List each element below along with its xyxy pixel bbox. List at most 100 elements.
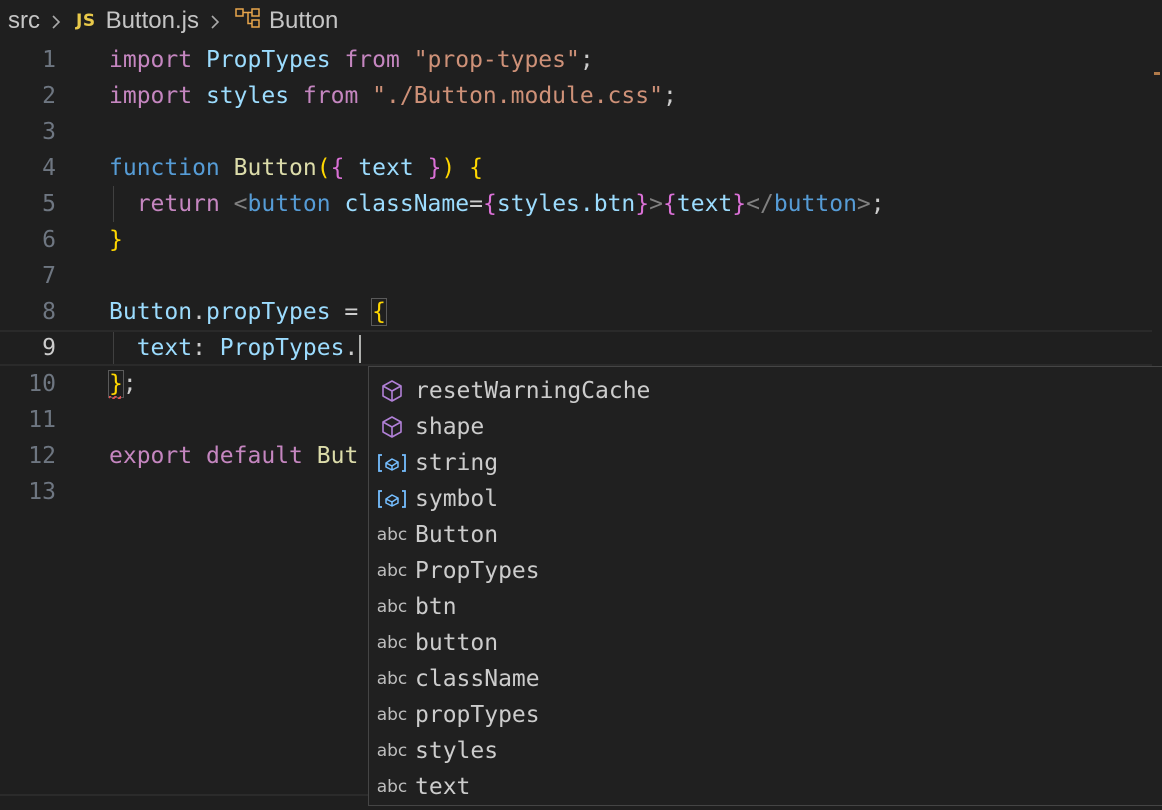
- token-bracket: }: [109, 227, 123, 253]
- text-cursor: [359, 334, 362, 363]
- text-word-icon: abc: [376, 561, 408, 581]
- token-punctuation: >: [649, 191, 664, 217]
- suggest-item[interactable]: abc btn: [369, 589, 1162, 625]
- token-punctuation: >: [856, 191, 871, 217]
- code-line[interactable]: 7: [0, 258, 1162, 294]
- breadcrumb-folder[interactable]: src: [8, 7, 40, 35]
- token-tag: button: [773, 191, 857, 217]
- line-number: 6: [42, 227, 56, 253]
- token-punctuation: ;: [579, 47, 594, 73]
- cube-icon: [369, 409, 415, 445]
- token-bracket: {: [330, 155, 345, 181]
- line-number: 12: [28, 443, 56, 469]
- token-punctuation: :: [192, 335, 220, 361]
- code-text: text: PropTypes.: [109, 332, 362, 364]
- suggest-item[interactable]: abc className: [369, 661, 1162, 697]
- token-function-name: Button: [233, 155, 317, 181]
- cube-icon: [369, 373, 415, 409]
- suggest-item[interactable]: resetWarningCache: [369, 373, 1162, 409]
- token-property: propTypes: [205, 299, 331, 325]
- suggest-item[interactable]: shape: [369, 409, 1162, 445]
- code-text: Button.propTypes = {: [109, 294, 387, 330]
- autocomplete-suggest-widget[interactable]: resetWarningCache shape string symbol ab…: [368, 366, 1162, 806]
- token-punctuation: .: [192, 299, 206, 325]
- text-word-icon: abc: [376, 669, 408, 689]
- line-number: 1: [42, 47, 56, 73]
- token-keyword: import: [109, 83, 193, 109]
- suggest-item[interactable]: abc text: [369, 769, 1162, 805]
- breadcrumb: src JS Button.js Button: [0, 0, 1162, 42]
- token-identifier: styles: [205, 83, 290, 109]
- code-line[interactable]: 2 import styles from "./Button.module.cs…: [0, 78, 1162, 114]
- suggest-item[interactable]: abc styles: [369, 733, 1162, 769]
- suggest-item[interactable]: symbol: [369, 481, 1162, 517]
- code-line-current[interactable]: 9 text: PropTypes.: [0, 330, 1152, 366]
- suggest-label: text: [415, 774, 471, 800]
- token-keyword: from: [344, 47, 400, 73]
- token-identifier: PropTypes: [205, 47, 331, 73]
- breadcrumb-file[interactable]: Button.js: [106, 7, 199, 35]
- text-word-icon: abc: [376, 777, 408, 797]
- code-line[interactable]: 6 }: [0, 222, 1162, 258]
- token-string: "prop-types": [413, 47, 580, 73]
- code-line[interactable]: 5 return <button className={styles.btn}>…: [0, 186, 1162, 222]
- suggest-label: styles: [415, 738, 499, 764]
- token-punctuation: .: [344, 335, 359, 361]
- token-bracket: }: [427, 155, 442, 181]
- text-word-icon: abc: [376, 525, 408, 545]
- suggest-label: btn: [415, 594, 457, 620]
- code-text: function Button({ text }) {: [109, 150, 483, 186]
- token-keyword: function: [109, 155, 220, 181]
- code-line[interactable]: 1 import PropTypes from "prop-types";: [0, 42, 1162, 78]
- chevron-right-icon: [209, 15, 221, 29]
- suggest-label: Button: [415, 522, 499, 548]
- token-parameter: text: [358, 155, 414, 181]
- token-punctuation: ;: [870, 191, 885, 217]
- token-keyword: import: [109, 47, 193, 73]
- suggest-label: button: [415, 630, 499, 656]
- token-identifier: PropTypes: [219, 335, 345, 361]
- suggest-item[interactable]: abc PropTypes: [369, 553, 1162, 589]
- token-keyword: from: [302, 83, 359, 109]
- code-text: export default But: [109, 438, 358, 474]
- code-line[interactable]: 3: [0, 114, 1162, 150]
- line-number: 8: [42, 299, 56, 325]
- code-text: }: [109, 222, 123, 258]
- token-identifier: But: [316, 443, 359, 469]
- token-punctuation: ;: [122, 371, 137, 397]
- suggest-label: className: [415, 666, 540, 692]
- code-line[interactable]: 8 Button.propTypes = {: [0, 294, 1162, 330]
- token-expression: styles.btn: [496, 191, 636, 217]
- line-number: 13: [28, 479, 56, 505]
- token-keyword: return: [136, 191, 220, 217]
- suggest-item[interactable]: string: [369, 445, 1162, 481]
- suggest-label: string: [415, 450, 499, 476]
- token-punctuation: ;: [662, 83, 677, 109]
- code-text: return <button className={styles.btn}>{t…: [109, 186, 885, 222]
- breadcrumb-symbol[interactable]: Button: [269, 7, 338, 35]
- ruler-marker: [1154, 72, 1160, 75]
- line-number: 5: [42, 191, 56, 217]
- token-attribute: className: [344, 191, 470, 217]
- line-number: 4: [42, 155, 56, 181]
- line-number: 9: [42, 335, 56, 361]
- token-identifier: text: [676, 191, 733, 217]
- token-punctuation: =: [469, 191, 483, 217]
- line-number: 11: [28, 407, 56, 433]
- code-line[interactable]: 4 function Button({ text }) {: [0, 150, 1162, 186]
- line-number: 3: [42, 119, 56, 145]
- code-text: import PropTypes from "prop-types";: [109, 42, 594, 78]
- token-punctuation: </: [746, 191, 774, 217]
- function-symbol-icon: [235, 7, 261, 36]
- token-keyword: default: [205, 443, 303, 469]
- token-punctuation: <: [233, 191, 248, 217]
- line-number: 10: [28, 371, 56, 397]
- suggest-label: resetWarningCache: [415, 378, 651, 404]
- suggest-item[interactable]: abc Button: [369, 517, 1162, 553]
- token-property: text: [136, 335, 193, 361]
- suggest-label: symbol: [415, 486, 499, 512]
- suggest-item[interactable]: abc propTypes: [369, 697, 1162, 733]
- token-bracket: {: [482, 191, 497, 217]
- suggest-label: PropTypes: [415, 558, 540, 584]
- suggest-item[interactable]: abc button: [369, 625, 1162, 661]
